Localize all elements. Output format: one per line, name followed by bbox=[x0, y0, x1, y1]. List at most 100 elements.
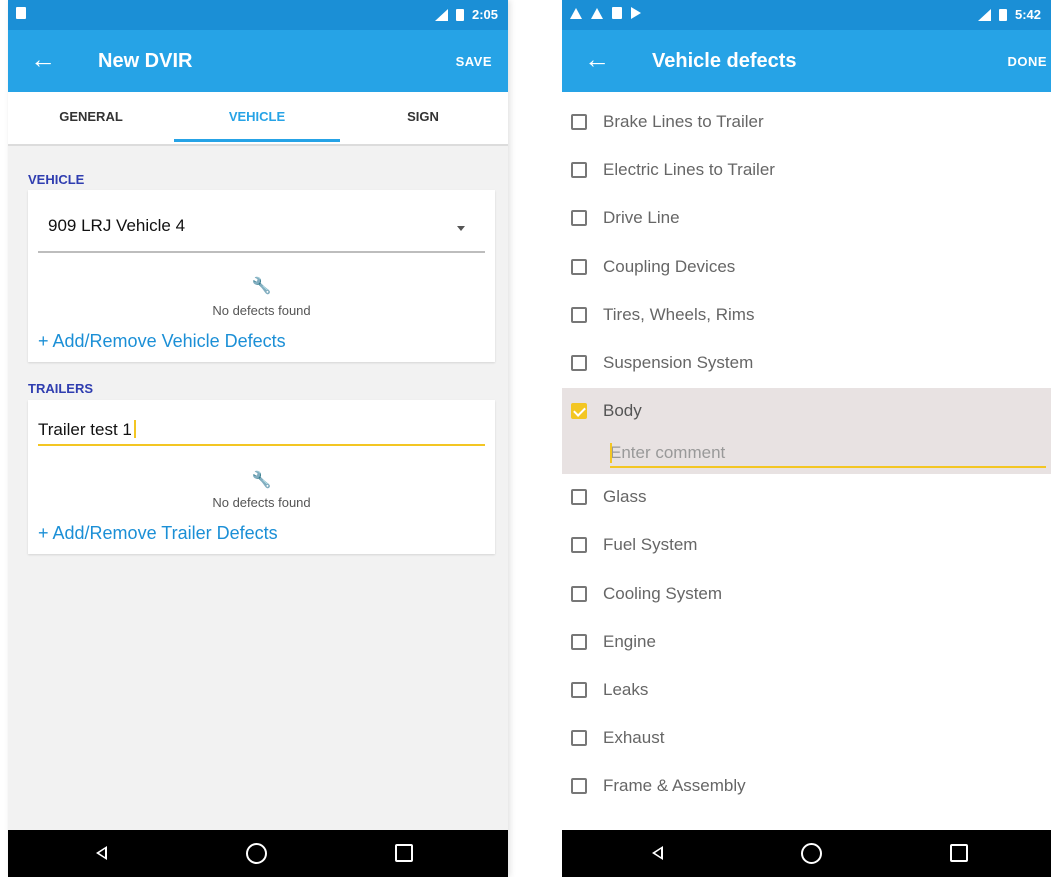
app-bar: ← Vehicle defects DONE bbox=[562, 30, 1051, 92]
page-title: Vehicle defects bbox=[652, 50, 797, 72]
checkbox[interactable] bbox=[571, 210, 587, 227]
triangle-back-icon bbox=[96, 846, 107, 860]
defect-label: Drive Line bbox=[603, 208, 680, 228]
square-recents-icon bbox=[950, 844, 968, 862]
checkbox-checked[interactable] bbox=[571, 403, 587, 420]
defect-label: Coupling Devices bbox=[603, 256, 736, 276]
trailer-input[interactable]: Trailer test 1 bbox=[28, 400, 495, 448]
save-button[interactable]: SAVE bbox=[456, 54, 492, 69]
sim-card-icon bbox=[16, 7, 26, 19]
nav-back-button[interactable] bbox=[652, 846, 663, 860]
defect-row[interactable]: Brake Lines to Trailer bbox=[562, 99, 1051, 147]
defect-row[interactable]: Leaks bbox=[562, 667, 1051, 715]
vehicle-select[interactable]: 909 LRJ Vehicle 4 bbox=[28, 190, 495, 254]
defect-row[interactable]: Engine bbox=[562, 619, 1051, 667]
defect-row[interactable]: Electric Lines to Trailer bbox=[562, 147, 1051, 195]
trailer-no-defects-text: No defects found bbox=[212, 495, 311, 510]
wrench-icon: 🔧 bbox=[251, 472, 272, 489]
warning-icon bbox=[570, 7, 582, 19]
defect-label: Glass bbox=[603, 487, 647, 507]
tab-sign[interactable]: SIGN bbox=[340, 92, 506, 142]
defect-label: Frame & Assembly bbox=[603, 776, 746, 796]
circle-home-icon bbox=[801, 843, 822, 864]
defect-row[interactable]: Tires, Wheels, Rims bbox=[562, 292, 1051, 340]
vehicle-select-value: 909 LRJ Vehicle 4 bbox=[48, 216, 186, 235]
app-bar: ← New DVIR SAVE bbox=[8, 30, 508, 92]
defect-row[interactable]: Cooling System bbox=[562, 571, 1051, 619]
new-dvir-screen: 2:05 ← New DVIR SAVE GENERAL VEHICLE SIG… bbox=[8, 0, 508, 877]
checkbox[interactable] bbox=[571, 730, 587, 747]
triangle-back-icon bbox=[652, 846, 663, 860]
defect-label: Exhaust bbox=[603, 728, 665, 748]
checkbox[interactable] bbox=[571, 585, 587, 602]
vehicle-defects-screen: 5:42 ← Vehicle defects DONE Brake Lines … bbox=[562, 0, 1051, 877]
defect-row[interactable]: Fuel System bbox=[562, 522, 1051, 570]
checkbox[interactable] bbox=[571, 489, 587, 506]
trailers-section-label: TRAILERS bbox=[28, 381, 93, 396]
defect-row[interactable]: Suspension System bbox=[562, 340, 1051, 388]
comment-input[interactable] bbox=[610, 440, 1046, 469]
navigation-bar bbox=[8, 830, 508, 877]
text-cursor bbox=[133, 420, 136, 438]
add-remove-vehicle-defects-link[interactable]: + Add/Remove Vehicle Defects bbox=[38, 331, 286, 352]
text-cursor bbox=[610, 443, 612, 464]
trailer-input-value: Trailer test 1 bbox=[38, 420, 132, 439]
defect-label: Leaks bbox=[603, 679, 649, 699]
tab-general[interactable]: GENERAL bbox=[8, 92, 174, 142]
defect-row[interactable]: Drive Line bbox=[562, 195, 1051, 243]
defect-label: Electric Lines to Trailer bbox=[603, 160, 775, 180]
nav-recents-button[interactable] bbox=[395, 844, 413, 862]
status-time: 2:05 bbox=[471, 7, 498, 22]
nav-home-button[interactable] bbox=[246, 843, 267, 864]
nav-home-button[interactable] bbox=[801, 843, 822, 864]
trailer-card: Trailer test 1 🔧 No defects found + Add/… bbox=[28, 400, 495, 554]
page-title: New DVIR bbox=[98, 50, 193, 72]
defect-list: Brake Lines to Trailer Electric Lines to … bbox=[562, 99, 1051, 830]
checkbox[interactable] bbox=[571, 306, 587, 323]
defect-label: Engine bbox=[603, 631, 656, 651]
defect-row[interactable]: Glass bbox=[562, 474, 1051, 522]
wrench-icon: 🔧 bbox=[251, 278, 272, 295]
defect-row[interactable]: Coupling Devices bbox=[562, 244, 1051, 292]
tab-bar: GENERAL VEHICLE SIGN bbox=[8, 92, 508, 146]
done-button[interactable]: DONE bbox=[1007, 54, 1047, 69]
status-bar: 5:42 bbox=[562, 0, 1051, 30]
add-remove-trailer-defects-link[interactable]: + Add/Remove Trailer Defects bbox=[38, 523, 278, 544]
sim-card-icon bbox=[612, 7, 622, 19]
vehicle-card: 909 LRJ Vehicle 4 🔧 No defects found + A… bbox=[28, 190, 495, 362]
defect-label: Fuel System bbox=[603, 535, 698, 555]
checkbox[interactable] bbox=[571, 258, 587, 275]
defect-label: Body bbox=[603, 401, 642, 421]
status-time: 5:42 bbox=[1014, 7, 1041, 22]
checkbox[interactable] bbox=[571, 114, 587, 130]
arrow-left-icon[interactable]: ← bbox=[584, 44, 610, 74]
defect-row[interactable]: Body bbox=[562, 388, 1051, 475]
signal-icon bbox=[977, 8, 991, 21]
defect-row[interactable]: Frame & Assembly bbox=[562, 763, 1051, 811]
battery-icon bbox=[455, 8, 464, 21]
circle-home-icon bbox=[246, 843, 267, 864]
checkbox[interactable] bbox=[571, 633, 587, 650]
checkbox[interactable] bbox=[571, 681, 587, 698]
defect-row[interactable]: Exhaust bbox=[562, 715, 1051, 763]
checkbox[interactable] bbox=[571, 354, 587, 371]
arrow-left-icon[interactable]: ← bbox=[30, 44, 56, 74]
nav-back-button[interactable] bbox=[96, 846, 107, 860]
checkbox[interactable] bbox=[571, 162, 587, 179]
vehicle-no-defects-text: No defects found bbox=[212, 303, 311, 318]
play-icon bbox=[631, 7, 641, 19]
defect-label: Tires, Wheels, Rims bbox=[603, 304, 755, 324]
defect-label: Suspension System bbox=[603, 352, 754, 372]
vehicle-section-label: VEHICLE bbox=[28, 172, 85, 187]
defect-label: Cooling System bbox=[603, 583, 723, 603]
tab-vehicle[interactable]: VEHICLE bbox=[174, 92, 340, 142]
checkbox[interactable] bbox=[571, 537, 587, 554]
status-bar: 2:05 bbox=[8, 0, 508, 30]
defect-label: Brake Lines to Trailer bbox=[603, 112, 764, 131]
nav-recents-button[interactable] bbox=[950, 844, 968, 862]
trailer-input-underline bbox=[38, 444, 485, 446]
navigation-bar bbox=[562, 830, 1051, 877]
checkbox[interactable] bbox=[571, 778, 587, 795]
signal-icon bbox=[434, 8, 448, 21]
square-recents-icon bbox=[395, 844, 413, 862]
